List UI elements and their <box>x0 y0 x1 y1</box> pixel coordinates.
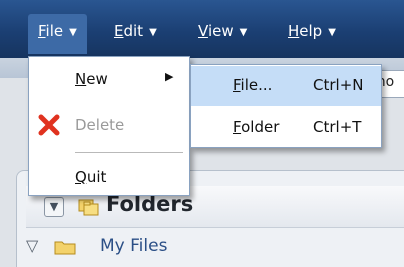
menu-file-mnemonic: F <box>38 22 46 40</box>
menu-item-delete[interactable]: Delete <box>29 109 189 141</box>
submenu-item-file-mnemonic: F <box>233 76 241 94</box>
menu-edit-label-rest: dit <box>123 22 144 40</box>
chevron-down-icon: ▼ <box>69 27 77 38</box>
chevron-down-icon: ▼ <box>239 27 248 38</box>
menu-edit[interactable]: Edit ▼ <box>114 14 157 54</box>
app-window: File ▼ Edit ▼ View ▼ Help ▼ mo ▼ Folders ▽ M… <box>0 0 404 267</box>
submenu-item-file-rest: ile... <box>240 76 273 94</box>
menu-view-mnemonic: V <box>198 22 208 40</box>
menu-file[interactable]: File ▼ <box>28 14 87 54</box>
menu-help-label-rest: elp <box>299 22 323 40</box>
menu-bar: File ▼ Edit ▼ View ▼ Help ▼ <box>0 0 404 58</box>
menu-item-new-label: New <box>75 70 108 88</box>
menu-item-quit-mnemonic: Q <box>75 168 87 186</box>
submenu-item-folder-rest: older <box>241 118 280 136</box>
chevron-down-icon: ▼ <box>328 27 336 38</box>
submenu-item-file-label: File... <box>233 76 272 94</box>
menu-help-mnemonic: H <box>288 22 300 40</box>
delete-x-icon <box>38 114 60 136</box>
menu-item-new[interactable]: New ▶ <box>29 63 189 95</box>
menu-view[interactable]: View ▼ <box>198 14 247 54</box>
submenu-arrow-icon: ▶ <box>165 70 174 83</box>
menu-item-quit[interactable]: Quit <box>29 161 189 193</box>
folder-icon <box>54 241 76 255</box>
shortcut-label: Ctrl+N <box>313 76 364 94</box>
menu-item-delete-label: Delete <box>75 116 125 134</box>
submenu-item-folder-label: Folder <box>233 118 279 136</box>
menu-file-label-rest: ile <box>45 22 64 40</box>
menu-item-new-rest: ew <box>86 70 108 88</box>
folders-icon <box>78 199 99 216</box>
collapse-panel-button[interactable]: ▼ <box>44 197 64 217</box>
shortcut-label: Ctrl+T <box>313 118 362 136</box>
menu-view-label-rest: iew <box>207 22 234 40</box>
file-menu: New ▶ Delete Quit <box>28 56 190 196</box>
chevron-down-icon: ▼ <box>49 200 59 213</box>
tree-item-my-files[interactable]: ▽ My Files <box>26 232 404 262</box>
menu-item-quit-rest: uit <box>86 168 107 186</box>
submenu-item-folder[interactable]: Folder Ctrl+T <box>191 108 381 148</box>
tree-item-label: My Files <box>100 236 168 256</box>
menu-item-new-mnemonic: N <box>75 70 87 88</box>
menu-item-quit-label: Quit <box>75 168 106 186</box>
menu-separator <box>75 152 183 153</box>
tree-expand-icon[interactable]: ▽ <box>26 236 38 255</box>
menu-help[interactable]: Help ▼ <box>288 14 336 54</box>
submenu-item-file[interactable]: File... Ctrl+N <box>191 66 381 106</box>
submenu-item-folder-mnemonic: F <box>233 118 242 136</box>
new-submenu: File... Ctrl+N Folder Ctrl+T <box>190 64 382 148</box>
chevron-down-icon: ▼ <box>149 27 157 38</box>
